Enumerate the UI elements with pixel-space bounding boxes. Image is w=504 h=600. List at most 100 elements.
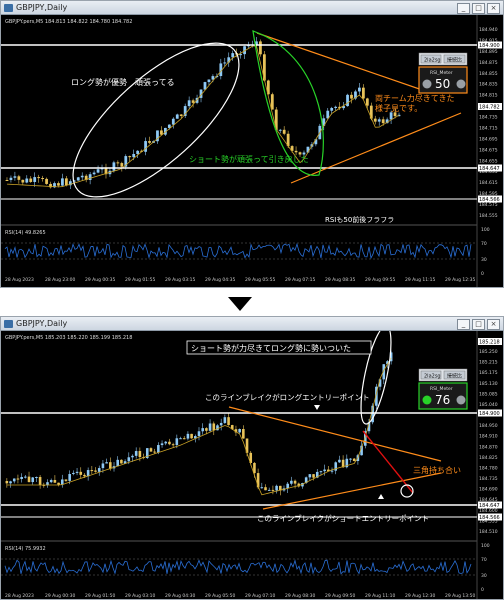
candle-body [9, 481, 12, 484]
candle-body [57, 482, 60, 485]
candle-body [29, 178, 33, 182]
annotation-rsi: RSIも50前後フラフラ [325, 215, 394, 224]
rsi-label: RSI(14) 75.9932 [5, 546, 46, 552]
candle-body [131, 455, 134, 458]
level-label: 184.566 [479, 515, 500, 521]
meter-indicator-left [422, 395, 432, 405]
long-ellipse [72, 42, 240, 198]
svg-text:接続比: 接続比 [447, 373, 462, 380]
close-button[interactable]: × [487, 319, 500, 330]
candle-body [208, 423, 212, 431]
annotation-long: ロング勢が優勢 頑張ってる [71, 77, 175, 87]
svg-text:2la2sg: 2la2sg [424, 374, 441, 380]
candle-body [101, 463, 105, 469]
rsi-tick: 0 [481, 271, 484, 277]
candle-body [197, 431, 201, 437]
price-axis-bottom: 185.250 185.215 185.175 185.130 185.085 185.0… [478, 349, 502, 535]
time-tick: 29 Aug 04:30 [165, 593, 195, 599]
window-title: GBPJPY,Daily [16, 319, 68, 328]
candle-body [260, 487, 264, 489]
candle-body [294, 150, 298, 153]
minimize-button[interactable]: _ [457, 3, 470, 14]
time-axis-top: 28 Aug 2023 28 Aug 23:00 29 Aug 00:35 29 Au… [5, 277, 475, 283]
candle-body [171, 444, 175, 446]
window-titlebar[interactable]: GBPJPY,Daily _ □ × [1, 1, 503, 15]
price-tick: 185.040 [479, 402, 498, 408]
time-tick: 29 Aug 09:55 [365, 277, 395, 283]
rsi-line [4, 559, 472, 575]
candle-body [212, 423, 216, 431]
candle-body [227, 417, 230, 426]
candle-body [136, 150, 140, 154]
symbol-info: GBPJPY.pers,M5 184.813 184.822 184.780 1… [5, 19, 132, 25]
candle-body [153, 451, 156, 453]
price-tick: 184.735 [479, 115, 498, 121]
time-tick: 29 Aug 05:50 [205, 593, 235, 599]
price-tick: 184.825 [479, 455, 498, 461]
candle-body [148, 141, 151, 143]
window-titlebar[interactable]: GBPJPY,Daily _ □ × [1, 317, 503, 331]
candle-body [323, 469, 326, 472]
annotation-long-entry: このラインブレイクがロングエントリーポイント [205, 392, 370, 402]
level-label: 184.647 [479, 503, 500, 509]
price-tick: 185.085 [479, 391, 498, 397]
time-tick: 28 Aug 2023 [5, 277, 34, 283]
time-tick: 29 Aug 00:30 [45, 593, 75, 599]
rsi-meter-panel: 2la2sg 接続比 RSI_Meter 76 [418, 368, 468, 410]
candle-body [134, 451, 138, 456]
candle-body [72, 472, 75, 475]
candle-body [33, 177, 37, 182]
rsi-axis: 100 70 30 0 [481, 543, 490, 593]
candle-body [361, 87, 365, 99]
price-chart-bottom[interactable]: GBPJPY.pers,M5 185.203 185.220 185.199 1… [1, 331, 503, 599]
candle-body [64, 479, 68, 481]
time-tick: 29 Aug 08:30 [285, 593, 315, 599]
price-chart-top[interactable]: GBPJPY.pers,M5 184.813 184.822 184.780 1… [1, 15, 503, 287]
price-tick: 185.175 [479, 370, 498, 376]
chart-app-icon [4, 4, 13, 12]
candle-body [275, 485, 278, 491]
candle-body [290, 480, 293, 484]
rsi-tick: 30 [481, 573, 487, 579]
price-axis-top: 184.940184.915184.895184.875184.855184.8… [478, 27, 502, 219]
candle-body [186, 433, 190, 439]
time-tick: 29 Aug 04:35 [205, 277, 235, 283]
annotation-both-line1: 両チーム力尽きてきた [375, 93, 455, 103]
candle-body [64, 178, 68, 186]
candle-body [5, 180, 9, 181]
candle-body [259, 41, 262, 55]
candle-body [120, 459, 123, 464]
price-tick: 184.940 [479, 27, 498, 33]
time-tick: 29 Aug 03:15 [165, 277, 195, 283]
candle-body [346, 94, 349, 107]
candle-body [319, 471, 323, 473]
candle-body [350, 94, 353, 99]
rsi-axis: 100 70 30 0 [481, 227, 490, 277]
meter-value: 50 [435, 77, 450, 91]
triangle-lower-line [290, 112, 462, 184]
candle-body [352, 458, 356, 462]
candle-body [25, 178, 29, 183]
candle-body [27, 476, 31, 483]
close-button[interactable]: × [487, 3, 500, 14]
maximize-button[interactable]: □ [472, 3, 485, 14]
candle-body [79, 471, 83, 475]
price-tick: 184.555 [479, 213, 498, 219]
candle-body [53, 479, 57, 483]
long-entry-marker [314, 405, 320, 410]
candle-body [365, 98, 369, 106]
candle-body [49, 479, 53, 483]
time-tick: 29 Aug 05:55 [245, 277, 275, 283]
price-tick: 184.875 [479, 60, 498, 66]
price-tick: 184.855 [479, 71, 498, 77]
window-title: GBPJPY,Daily [16, 3, 68, 12]
candle-body [57, 183, 60, 186]
maximize-button[interactable]: □ [472, 319, 485, 330]
candle-body [120, 163, 124, 167]
rsi-tick: 0 [481, 587, 484, 593]
triangle-lower-line [262, 472, 442, 510]
svg-text:RSI_Meter: RSI_Meter [430, 386, 453, 392]
minimize-button[interactable]: _ [457, 319, 470, 330]
time-tick: 29 Aug 03:10 [125, 593, 155, 599]
chart-window-bottom: GBPJPY,Daily _ □ × GBPJPY.pers,M5 185.20… [0, 316, 504, 600]
